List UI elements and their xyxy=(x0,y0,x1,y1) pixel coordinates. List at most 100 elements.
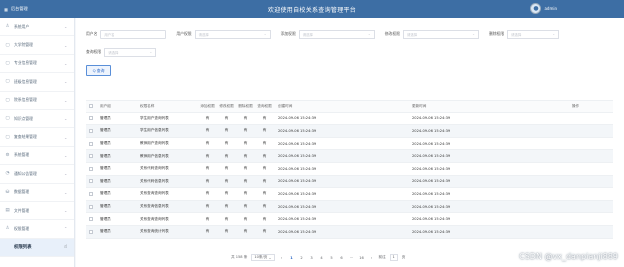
perm5-select[interactable]: 请选择 ⌄ xyxy=(104,47,157,57)
cell-query-perm: 有 xyxy=(262,204,267,209)
goto-page-input[interactable]: 1 xyxy=(389,254,398,261)
cell-delete-perm: 有 xyxy=(243,115,248,120)
row-checkbox xyxy=(86,179,96,184)
col-header: 添加权限 xyxy=(200,103,215,108)
sidebar-item-label: 班级信息管理 xyxy=(14,78,37,84)
username: admin xyxy=(544,6,557,11)
sidebar-item-system[interactable]: ⚙ 系统管理 ⌄ xyxy=(0,147,74,166)
perm1-select[interactable]: 请选择 ⌄ xyxy=(194,29,271,39)
cell-created-time: 2024-09-06 15:24:39 xyxy=(278,128,317,133)
sidebar-item-class[interactable]: ▢ 班级信息管理 ⌄ xyxy=(0,73,74,92)
sidebar-item-system-users[interactable]: ♙ 系统用户 ⌄ xyxy=(0,18,74,37)
prev-page-button[interactable]: ‹ xyxy=(279,256,285,260)
cell-user-group: 管理员 xyxy=(100,191,111,196)
cell-user-group: 管理员 xyxy=(100,178,111,183)
table-row[interactable]: 管理员 学生用户查询列表 有 有 有 有 2024-09-06 15:24:39 2024-0… xyxy=(86,113,613,126)
sidebar-item-notice[interactable]: ◔ 通知公告管理 ⌄ xyxy=(0,165,74,184)
table-row[interactable]: 管理员 关系查询查询列表 有 有 有 有 2024-09-06 15:24:39 2024-0… xyxy=(86,188,613,201)
page-number[interactable]: 5 xyxy=(329,256,335,260)
table-row[interactable]: 管理员 教师用户查询列表 有 有 有 有 2024-09-06 15:24:39 2024-0… xyxy=(86,138,613,151)
cell-user-group: 管理员 xyxy=(100,115,111,120)
cell-updated-time: 2024-09-06 15:24:39 xyxy=(412,141,451,146)
row-checkbox[interactable] xyxy=(89,166,93,171)
row-checkbox[interactable] xyxy=(89,116,93,121)
avatar[interactable]: ● xyxy=(530,3,542,14)
gear-icon: ⚙ xyxy=(5,152,10,158)
cell-permission-name: 关系查询查询列表 xyxy=(140,191,169,196)
page-ellipsis[interactable]: ··· xyxy=(349,256,355,260)
sidebar-item-permission-list[interactable]: 权限列表 ☝ xyxy=(0,238,74,258)
table-row[interactable]: 管理员 学生用户信息列表 有 有 有 有 2024-09-06 15:24:39 2024-0… xyxy=(86,125,613,138)
perm5-placeholder: 请选择 xyxy=(108,50,119,55)
cell-user-group: 管理员 xyxy=(100,128,111,133)
sidebar-item-permissions[interactable]: ♙ 权限管理 ⌃ xyxy=(0,220,74,239)
username-input[interactable]: 用户名 xyxy=(100,29,167,39)
chevron-up-icon: ⌃ xyxy=(64,226,68,232)
select-all-checkbox[interactable] xyxy=(89,104,93,109)
row-checkbox[interactable] xyxy=(89,191,93,196)
sidebar-item-knowledge[interactable]: ▢ 知识点管理 ⌄ xyxy=(0,110,74,129)
sidebar-item-label: 文件管理 xyxy=(14,207,30,213)
table-row[interactable]: 管理员 关系查询统计列表 有 有 有 有 2024-09-06 15:24:39 2024-0… xyxy=(86,225,613,239)
cell-user-group: 管理员 xyxy=(100,229,111,234)
sidebar-item-files[interactable]: ▤ 文件管理 ⌄ xyxy=(0,202,74,221)
sidebar-item-label: 复查结果管理 xyxy=(14,134,37,140)
page-number[interactable]: 6 xyxy=(339,256,345,260)
row-checkbox[interactable] xyxy=(89,179,93,184)
table-row[interactable]: 管理员 关系查询信息列表 有 有 有 有 2024-09-06 15:24:39 2024-0… xyxy=(86,200,613,214)
page-size-select[interactable]: 10条/页 ⌄ xyxy=(251,254,275,261)
page-number[interactable]: 16 xyxy=(359,256,365,260)
perm2-select[interactable]: 请选择 ⌄ xyxy=(298,29,375,39)
cell-query-perm: 有 xyxy=(262,166,267,171)
table-row[interactable]: 管理员 关系查询查询列表 有 有 有 有 2024-09-06 15:24:39 2024-0… xyxy=(86,213,613,226)
cell-add-perm: 有 xyxy=(205,229,210,234)
user-menu[interactable]: ● admin xyxy=(530,3,557,14)
sidebar-item-major[interactable]: ▢ 专业信息管理 ⌄ xyxy=(0,55,74,74)
cell-updated-time: 2024-09-06 15:24:39 xyxy=(412,128,451,133)
row-checkbox[interactable] xyxy=(89,217,93,222)
page-number[interactable]: 3 xyxy=(309,256,315,260)
sidebar-item-label: 院系信息管理 xyxy=(14,97,37,103)
sidebar-item-review[interactable]: ▢ 复查结果管理 ⌄ xyxy=(0,128,74,147)
chevron-down-icon: ⌄ xyxy=(64,24,68,30)
row-checkbox[interactable] xyxy=(89,154,93,159)
cell-user-group: 管理员 xyxy=(100,216,111,221)
perm4-select[interactable]: 请选择 ⌄ xyxy=(507,29,560,39)
sidebar-item-department[interactable]: ▢ 院系信息管理 ⌄ xyxy=(0,92,74,110)
sidebar-item-label: 系统管理 xyxy=(14,152,30,158)
perm3-select[interactable]: 请选择 ⌄ xyxy=(402,29,479,39)
cell-updated-time: 2024-09-06 15:24:39 xyxy=(412,116,451,121)
row-checkbox[interactable] xyxy=(89,229,93,234)
table-row[interactable]: 管理员 关系代码查询列表 有 有 有 有 2024-09-06 15:24:39 2024-0… xyxy=(86,163,613,176)
page-number[interactable]: 2 xyxy=(299,256,305,260)
table-row[interactable]: 管理员 关系代码信息列表 有 有 有 有 2024-09-06 15:24:39 2024-0… xyxy=(86,175,613,189)
page-number[interactable]: 4 xyxy=(319,256,325,260)
sidebar-item-label: 权限列表 xyxy=(14,245,32,251)
page-number[interactable]: 1 xyxy=(289,256,295,260)
search-button[interactable]: Q 查询 xyxy=(86,65,111,76)
filter-panel: 用户名 用户名 用户权限 请选择 ⌄ 添加权限 请选择 ⌄ 修改权限 请选择 ⌄ 删除… xyxy=(86,28,616,64)
sidebar-item-data[interactable]: ⛁ 数据管理 ⌄ xyxy=(0,184,74,202)
cell-updated-time: 2024-09-06 15:24:39 xyxy=(412,204,451,209)
row-checkbox[interactable] xyxy=(89,128,93,133)
hand-cursor-icon: ☝ xyxy=(64,244,68,251)
folder-icon: ▢ xyxy=(5,42,10,48)
row-checkbox[interactable] xyxy=(89,141,93,146)
cell-edit-perm: 有 xyxy=(224,141,229,146)
cell-created-time: 2024-09-06 15:24:39 xyxy=(278,166,317,171)
col-header: 用户组 xyxy=(100,103,111,108)
table-row[interactable]: 管理员 教师用户信息列表 有 有 有 有 2024-09-06 15:24:39 2024-0… xyxy=(86,150,613,163)
cell-add-perm: 有 xyxy=(205,191,210,196)
sidebar-item-college[interactable]: ▢ 大学院管理 ⌄ xyxy=(0,36,74,55)
row-checkbox xyxy=(86,191,96,196)
col-header: 查询权限 xyxy=(257,103,272,108)
row-checkbox xyxy=(86,166,96,171)
next-page-button[interactable]: › xyxy=(369,256,375,260)
row-checkbox[interactable] xyxy=(89,204,93,209)
database-icon: ⛁ xyxy=(5,189,10,195)
cell-delete-perm: 有 xyxy=(243,128,248,133)
col-header: 更新时间 xyxy=(412,103,427,108)
chevron-down-icon: ⌄ xyxy=(64,171,68,177)
cell-edit-perm: 有 xyxy=(224,115,229,120)
perm3-placeholder: 请选择 xyxy=(406,32,418,37)
